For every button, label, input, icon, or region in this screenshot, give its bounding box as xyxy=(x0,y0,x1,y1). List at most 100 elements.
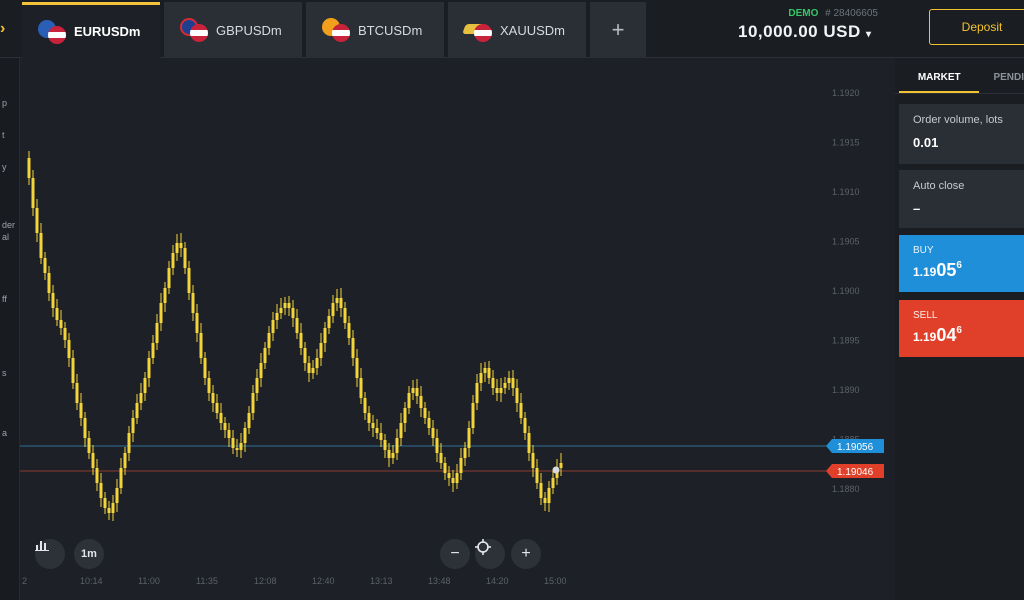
minus-icon: − xyxy=(450,545,460,562)
candle-body xyxy=(447,473,451,478)
candle-body xyxy=(559,463,563,468)
candle-body xyxy=(283,303,287,308)
candle-body xyxy=(239,443,243,450)
candle-body xyxy=(427,418,431,428)
sidebar-item[interactable]: a xyxy=(2,428,7,438)
time-axis-label: 11:00 xyxy=(138,576,160,586)
timeframe-button[interactable]: 1m xyxy=(74,539,104,569)
candle-body xyxy=(367,413,371,423)
candle-body xyxy=(215,403,219,413)
candle-body xyxy=(31,178,35,208)
price-axis-label: 1.1880 xyxy=(832,484,860,494)
candle-body xyxy=(83,418,87,438)
deposit-button[interactable]: Deposit xyxy=(929,9,1024,45)
candle-body xyxy=(39,233,43,258)
candle-body xyxy=(519,403,523,418)
sidebar-item[interactable]: ff xyxy=(2,294,7,304)
candle-body xyxy=(467,428,471,448)
candle-body xyxy=(179,243,183,248)
last-price-dot xyxy=(552,466,560,474)
tab-gbpusdm[interactable]: GBPUSDm xyxy=(164,2,302,58)
order-volume-field[interactable]: Order volume, lots 0.01 xyxy=(899,104,1024,164)
sidebar-item[interactable]: t xyxy=(2,130,5,140)
candle-body xyxy=(379,433,383,440)
candle-body xyxy=(479,373,483,383)
candle-body xyxy=(299,333,303,348)
candle-body xyxy=(171,253,175,268)
candle-body xyxy=(391,453,395,458)
zoom-in-button[interactable]: + xyxy=(511,539,541,569)
tab-xauusdm[interactable]: XAUUSDm xyxy=(448,2,586,58)
tab-label: BTCUSDm xyxy=(358,22,423,38)
chart-type-button[interactable] xyxy=(35,539,65,569)
candle-body xyxy=(247,413,251,428)
candle-body xyxy=(551,478,555,488)
candle-body xyxy=(143,378,147,393)
candle-body xyxy=(475,383,479,403)
tab-pending[interactable]: PENDI xyxy=(993,58,1024,93)
candle-body xyxy=(219,413,223,423)
left-sidebar: p t y der al ff s a xyxy=(0,58,20,600)
sidebar-item[interactable]: al xyxy=(2,232,9,242)
candle-body xyxy=(123,453,127,468)
candle-body xyxy=(499,388,503,393)
xauusd-flag-icon xyxy=(462,18,494,42)
candle-body xyxy=(227,430,231,438)
candle-body xyxy=(347,323,351,338)
trading-app: › EURUSDm GBPUSDm BTCUSDm XAUUSDm + DEMO… xyxy=(0,0,1024,600)
order-type-tabs: MARKET PENDI xyxy=(895,58,1024,94)
candle-body xyxy=(27,158,31,178)
candle-body xyxy=(455,473,459,483)
center-chart-button[interactable] xyxy=(475,539,505,569)
candle-body xyxy=(415,388,419,396)
candle-body xyxy=(351,338,355,358)
candle-body xyxy=(339,298,343,308)
tab-eurusdm[interactable]: EURUSDm xyxy=(22,2,160,58)
tab-btcusdm[interactable]: BTCUSDm xyxy=(306,2,444,58)
candle-body xyxy=(279,308,283,313)
sell-button[interactable]: SELL 1.19046 xyxy=(899,300,1024,357)
price-axis-label: 1.1890 xyxy=(832,385,860,395)
time-axis-label: 11:35 xyxy=(196,576,218,586)
add-tab-button[interactable]: + xyxy=(590,2,646,58)
candle-body xyxy=(303,348,307,363)
time-axis-label: 13:48 xyxy=(428,576,451,586)
candle-body xyxy=(111,503,115,513)
candle-body xyxy=(231,438,235,448)
buy-button[interactable]: BUY 1.19056 xyxy=(899,235,1024,292)
zoom-out-button[interactable]: − xyxy=(440,539,470,569)
order-volume-label: Order volume, lots xyxy=(913,114,1003,126)
candle-body xyxy=(203,358,207,378)
candle-body xyxy=(359,378,363,398)
candle-body xyxy=(539,483,543,498)
sidebar-item[interactable]: p xyxy=(2,98,7,108)
sell-price: 1.19046 xyxy=(913,325,962,345)
price-chart[interactable]: 1.1920 1.1915 1.1910 1.1905 1.1900 1.1895 1.18… xyxy=(20,58,895,600)
candle-body xyxy=(211,393,215,403)
sidebar-item[interactable]: y xyxy=(2,162,7,172)
sidebar-item[interactable]: s xyxy=(2,368,7,378)
account-number: # 28406605 xyxy=(825,8,878,19)
candle-body xyxy=(75,383,79,403)
candle-body xyxy=(335,298,339,303)
candle-body xyxy=(487,368,491,378)
candlestick-chart[interactable]: 1.1920 1.1915 1.1910 1.1905 1.1900 1.1895 1.18… xyxy=(20,58,895,600)
candle-body xyxy=(71,358,75,383)
candle-body xyxy=(387,450,391,458)
candle-body xyxy=(175,243,179,253)
account-summary[interactable]: DEMO # 28406605 10,000.00 USD ▾ xyxy=(738,8,908,42)
price-axis-label: 1.1900 xyxy=(832,286,860,296)
buy-price: 1.19056 xyxy=(913,260,962,280)
time-axis-label: 15:00 xyxy=(544,576,567,586)
auto-close-label: Auto close xyxy=(913,180,965,192)
candle-body xyxy=(395,438,399,453)
candle-body xyxy=(275,313,279,320)
tab-market[interactable]: MARKET xyxy=(899,58,980,93)
logo-icon: › xyxy=(0,20,6,37)
candle-body xyxy=(207,378,211,393)
auto-close-field[interactable]: Auto close – xyxy=(899,170,1024,228)
sidebar-item[interactable]: der xyxy=(2,220,15,230)
candle-body xyxy=(55,308,59,320)
candle-body xyxy=(495,388,499,393)
candle-body xyxy=(59,320,63,328)
